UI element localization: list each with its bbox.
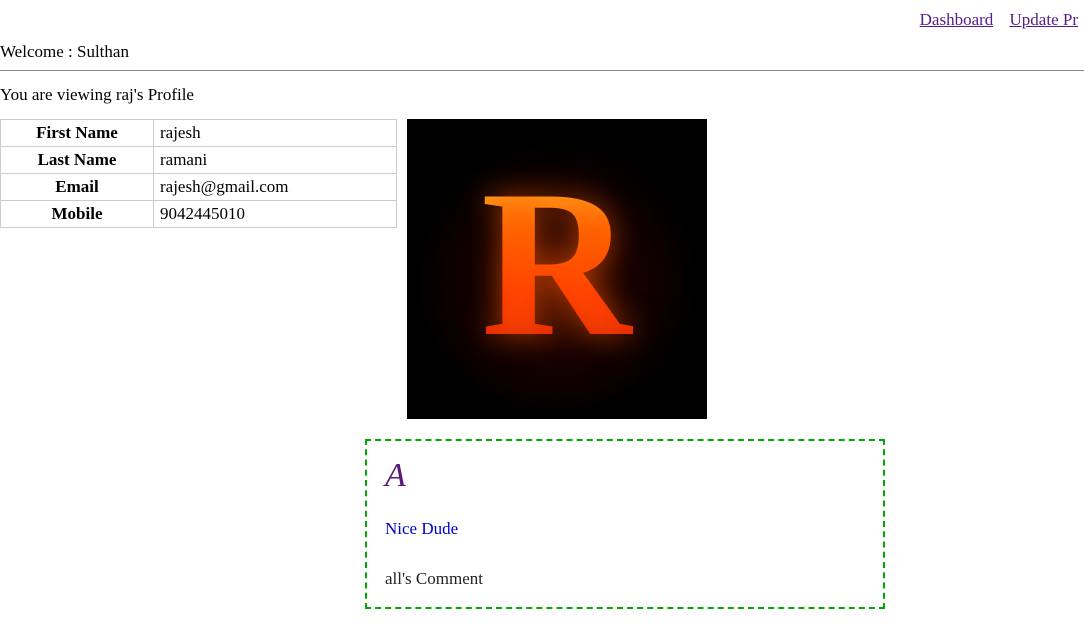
table-row: Email rajesh@gmail.com <box>1 174 397 201</box>
avatar: R <box>407 119 707 419</box>
email-header: Email <box>1 174 154 201</box>
dashboard-link[interactable]: Dashboard <box>920 10 994 29</box>
profile-row: First Name rajesh Last Name ramani Email… <box>0 119 1084 419</box>
table-row: Mobile 9042445010 <box>1 201 397 228</box>
email-value: rajesh@gmail.com <box>154 174 397 201</box>
commenter-avatar-icon: A <box>385 459 865 493</box>
table-row: First Name rajesh <box>1 120 397 147</box>
last-name-header: Last Name <box>1 147 154 174</box>
viewing-text: You are viewing raj's Profile <box>0 85 1084 105</box>
welcome-user: Sulthan <box>77 42 129 61</box>
divider <box>0 70 1084 71</box>
mobile-header: Mobile <box>1 201 154 228</box>
mobile-value: 9042445010 <box>154 201 397 228</box>
avatar-letter: R <box>481 159 633 369</box>
comment-box: A Nice Dude all's Comment <box>365 439 885 609</box>
comment-text: Nice Dude <box>385 519 865 539</box>
table-row: Last Name ramani <box>1 147 397 174</box>
first-name-header: First Name <box>1 120 154 147</box>
comment-by: all's Comment <box>385 569 865 589</box>
top-nav: Dashboard Update Pr <box>0 0 1084 36</box>
welcome-text: Welcome : Sulthan <box>0 42 1084 62</box>
welcome-label: Welcome : <box>0 42 77 61</box>
first-name-value: rajesh <box>154 120 397 147</box>
update-profile-link[interactable]: Update Pr <box>1010 10 1078 29</box>
last-name-value: ramani <box>154 147 397 174</box>
profile-table: First Name rajesh Last Name ramani Email… <box>0 119 397 228</box>
